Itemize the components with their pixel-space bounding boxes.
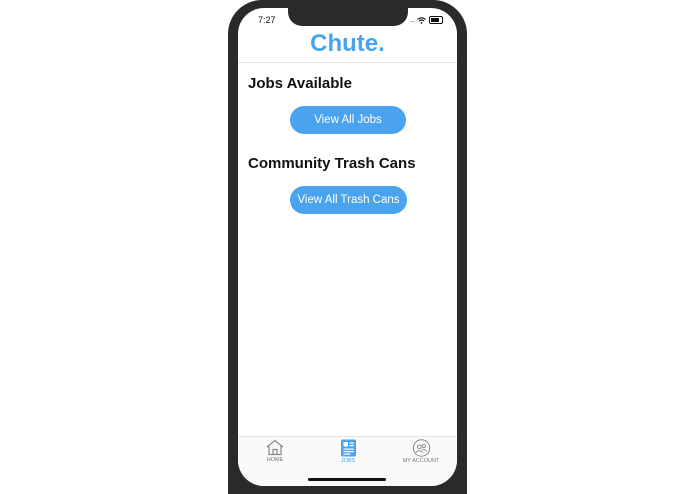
account-icon bbox=[412, 439, 430, 457]
view-all-trash-cans-button[interactable]: View All Trash Cans bbox=[290, 186, 407, 214]
header-divider bbox=[238, 62, 457, 63]
stage: 7:27 .... Chute. Jobs Available View All… bbox=[0, 0, 695, 494]
jobs-available-heading: Jobs Available bbox=[248, 75, 352, 92]
home-indicator bbox=[308, 478, 386, 481]
battery-icon bbox=[429, 16, 443, 24]
phone-frame: 7:27 .... Chute. Jobs Available View All… bbox=[228, 0, 467, 494]
app-title: Chute. bbox=[310, 30, 385, 57]
jobs-icon bbox=[340, 439, 356, 457]
wifi-icon bbox=[417, 16, 426, 24]
status-icons: .... bbox=[410, 16, 443, 24]
community-trash-cans-heading: Community Trash Cans bbox=[248, 155, 416, 172]
tab-jobs-label: JOBS bbox=[340, 458, 356, 464]
tab-home[interactable]: HOME bbox=[245, 439, 305, 463]
tab-my-account[interactable]: MY ACCOUNT bbox=[391, 439, 451, 464]
notch bbox=[288, 8, 408, 26]
status-time: 7:27 bbox=[258, 15, 276, 25]
phone-screen: 7:27 .... Chute. Jobs Available View All… bbox=[238, 8, 457, 486]
tab-my-account-label: MY ACCOUNT bbox=[402, 458, 440, 464]
home-icon bbox=[266, 439, 284, 456]
signal-dots: .... bbox=[410, 16, 415, 24]
tab-home-label: HOME bbox=[266, 457, 284, 463]
view-all-jobs-button[interactable]: View All Jobs bbox=[290, 106, 406, 134]
tab-jobs[interactable]: JOBS bbox=[318, 439, 378, 464]
